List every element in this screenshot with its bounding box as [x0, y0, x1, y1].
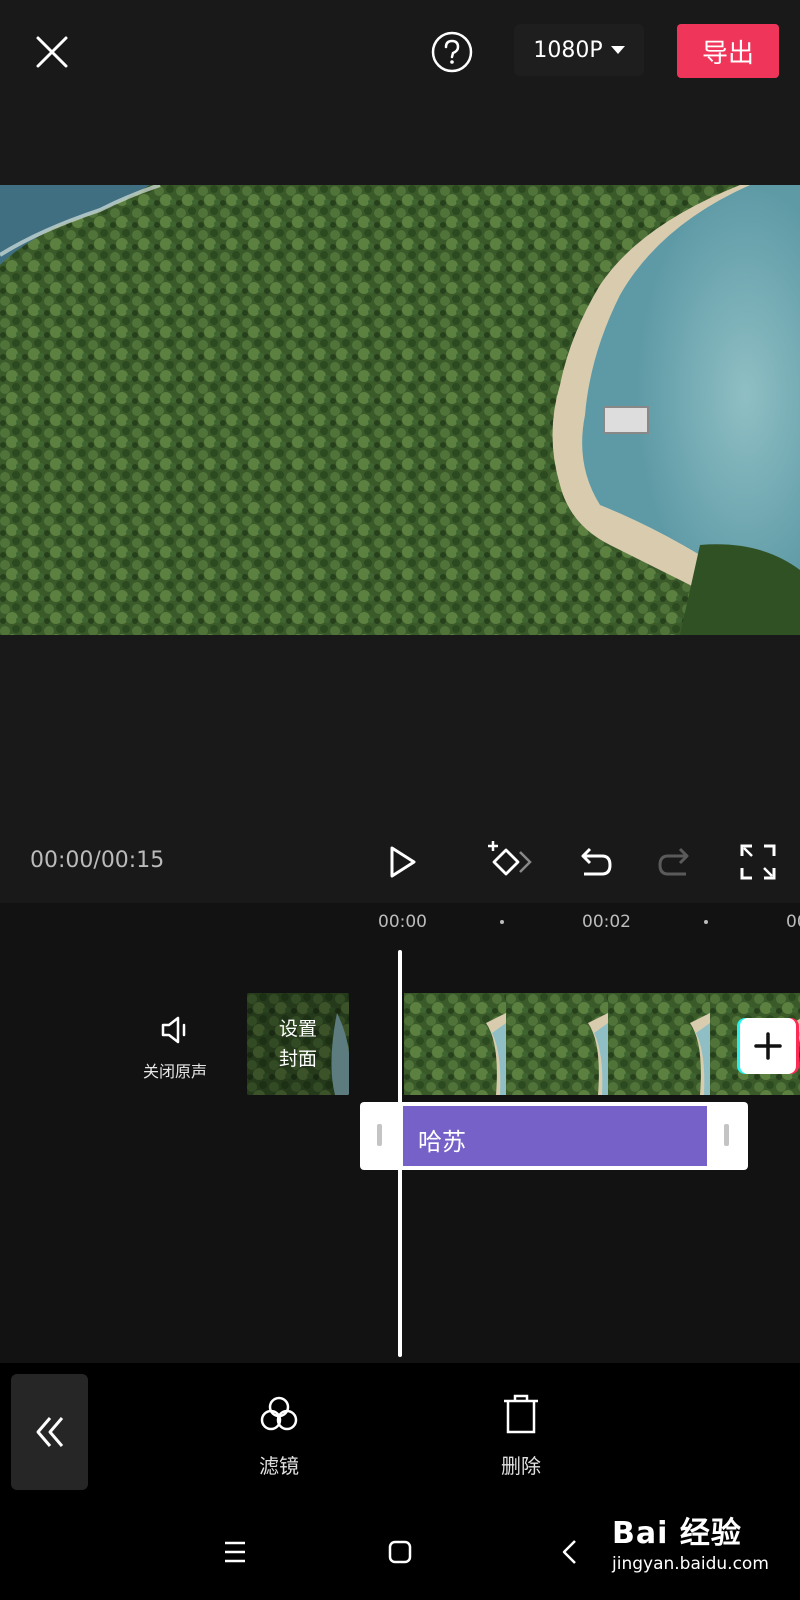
resolution-label: 1080P [533, 37, 603, 63]
text-clip-right-handle[interactable] [724, 1124, 729, 1146]
filter-icon [260, 1396, 298, 1431]
home-icon [388, 1540, 412, 1564]
video-preview[interactable] [0, 185, 800, 635]
help-button[interactable] [430, 30, 474, 74]
fullscreen-button[interactable] [736, 840, 780, 884]
menu-nav-button[interactable] [213, 1530, 257, 1574]
clip-frame [608, 993, 710, 1095]
collapse-button[interactable] [11, 1374, 88, 1490]
watermark-url: jingyan.baidu.com [612, 1554, 769, 1574]
ruler-tick [500, 920, 504, 924]
set-cover-button[interactable]: 设置 封面 [247, 993, 349, 1095]
redo-button[interactable] [654, 840, 698, 884]
mute-original-audio-button[interactable]: 关闭原声 [130, 1012, 220, 1082]
back-icon [562, 1540, 576, 1564]
double-chevron-left-icon [36, 1417, 63, 1447]
back-nav-button[interactable] [548, 1530, 592, 1574]
menu-icon [225, 1541, 245, 1563]
play-button[interactable] [380, 840, 424, 884]
aerial-image [0, 185, 800, 635]
play-icon [390, 846, 416, 878]
close-button[interactable] [30, 30, 74, 74]
add-clip-button[interactable] [740, 1018, 796, 1074]
mute-label: 关闭原声 [142, 1062, 207, 1081]
ruler-label-0: 00:00 [378, 912, 427, 932]
timecode: 00:00/00:15 [30, 848, 165, 873]
delete-button[interactable]: 删除 [476, 1392, 566, 1479]
keyframe-icon [488, 841, 532, 876]
help-icon [431, 31, 473, 73]
playhead[interactable] [398, 950, 402, 1357]
fullscreen-icon [740, 844, 776, 880]
resolution-dropdown[interactable]: 1080P [514, 24, 644, 76]
plus-icon [754, 1032, 782, 1060]
text-clip-left-handle[interactable] [377, 1124, 382, 1146]
redo-icon [658, 847, 689, 876]
close-icon [36, 36, 68, 68]
undo-button[interactable] [572, 840, 616, 884]
ruler-label-2: 00 [786, 912, 800, 932]
speaker-icon [161, 1016, 186, 1044]
clip-frame [506, 993, 608, 1095]
cover-label-line2: 封面 [278, 1048, 317, 1070]
filter-label: 滤镜 [259, 1454, 299, 1478]
delete-label: 删除 [501, 1454, 541, 1478]
undo-icon [581, 847, 612, 876]
trash-icon [504, 1394, 538, 1434]
watermark-brand: Bai 经验 [612, 1516, 742, 1551]
cover-label: 设置 封面 [247, 993, 349, 1095]
clip-frame [404, 993, 506, 1095]
baidu-watermark: Bai 经验 jingyan.baidu.com [612, 1508, 792, 1574]
ruler-label-1: 00:02 [582, 912, 631, 932]
filter-button[interactable]: 滤镜 [234, 1392, 324, 1479]
home-nav-button[interactable] [378, 1530, 422, 1574]
keyframe-button[interactable] [484, 840, 536, 884]
text-clip-label: 哈苏 [418, 1128, 466, 1156]
export-button[interactable]: 导出 [677, 24, 779, 78]
export-label: 导出 [701, 38, 754, 69]
chevron-down-icon [610, 46, 625, 54]
cover-label-line1: 设置 [278, 1018, 317, 1040]
ruler-tick [704, 920, 708, 924]
bottom-toolbar [0, 1363, 800, 1493]
